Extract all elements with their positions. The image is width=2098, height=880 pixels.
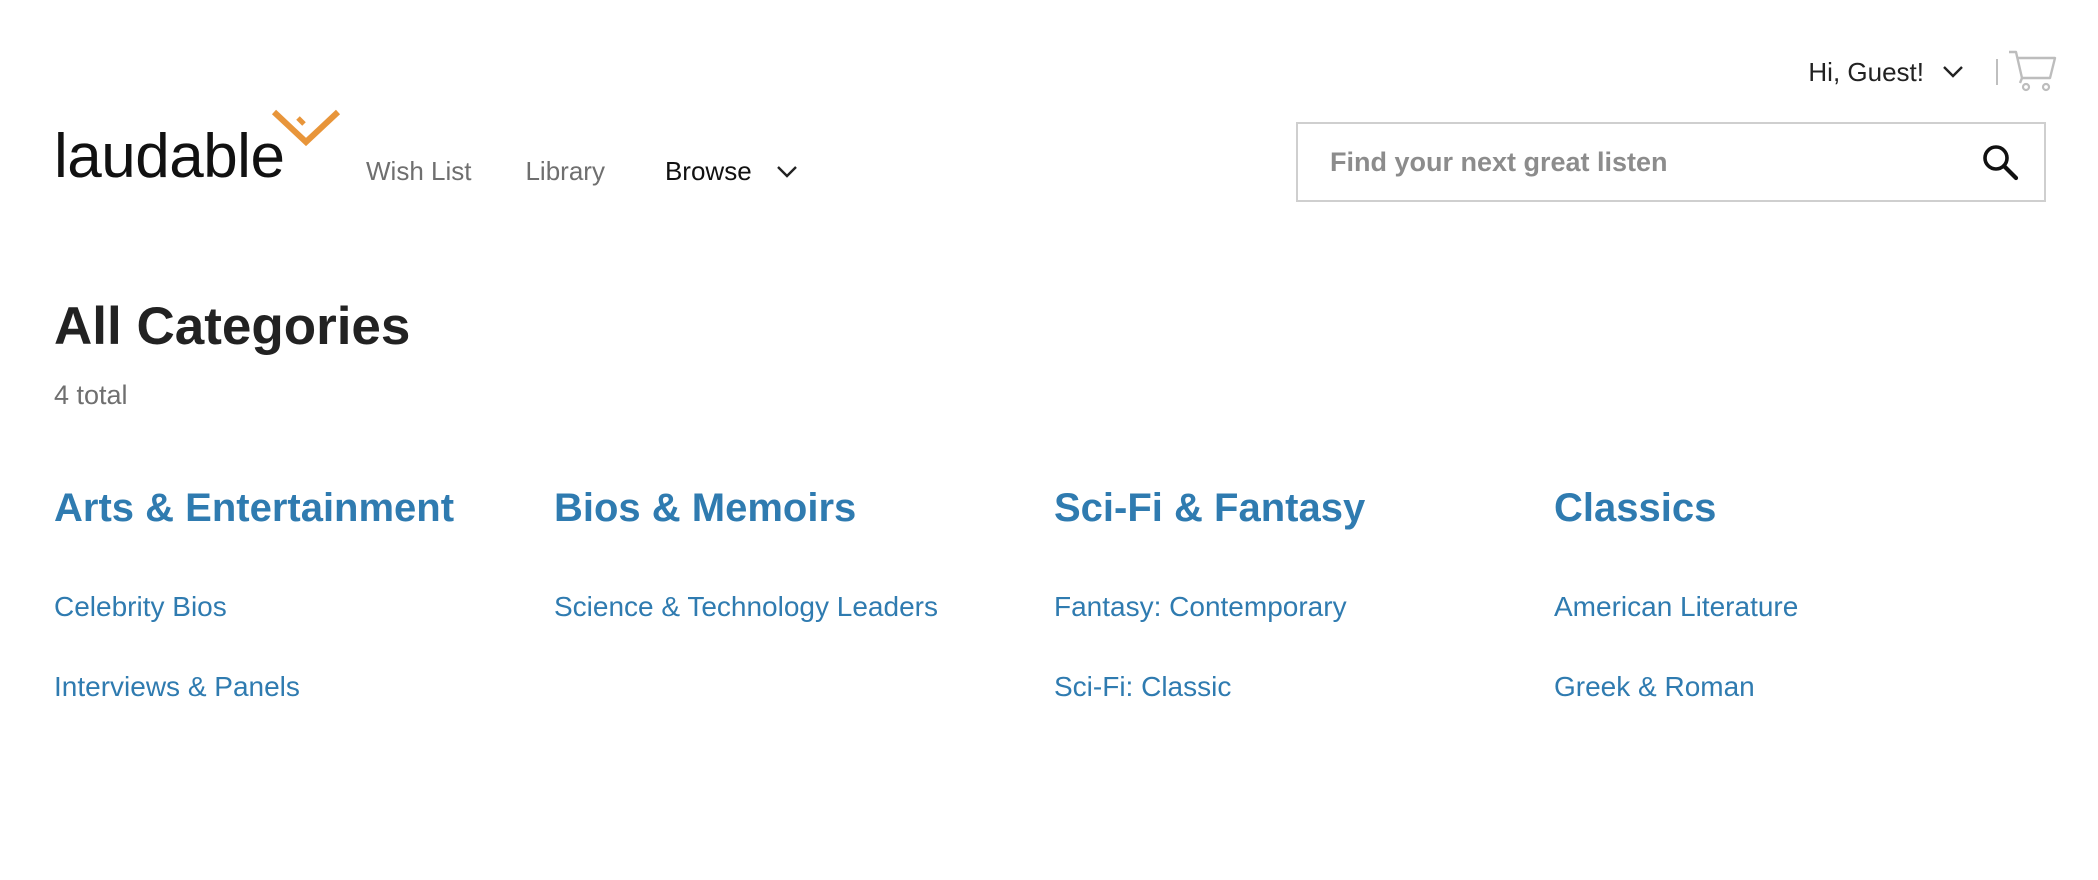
search-bar [1296, 122, 2046, 202]
cart-icon[interactable] [2007, 48, 2057, 92]
category-column: Sci-Fi & Fantasy Fantasy: Contemporary S… [1054, 486, 1554, 749]
subcategory-link[interactable]: Celebrity Bios [54, 589, 554, 625]
page-title: All Categories [54, 297, 411, 356]
category-heading[interactable]: Classics [1554, 486, 2054, 531]
greeting-text: Hi, Guest! [1808, 56, 1924, 87]
subcategory-link[interactable]: American Literature [1554, 589, 2054, 625]
chevron-down-icon [776, 165, 797, 178]
account-bar: Hi, Guest! [1808, 52, 1998, 92]
category-column: Arts & Entertainment Celebrity Bios Inte… [54, 486, 554, 749]
subcategory-link[interactable]: Greek & Roman [1554, 669, 2054, 705]
site-logo[interactable]: laudable [54, 108, 344, 188]
main-nav: Wish List Library Browse [366, 156, 798, 187]
category-heading[interactable]: Arts & Entertainment [54, 486, 554, 531]
subcategory-link[interactable]: Sci-Fi: Classic [1054, 669, 1554, 705]
category-heading[interactable]: Bios & Memoirs [554, 486, 1054, 531]
subcategory-link[interactable]: Fantasy: Contemporary [1054, 589, 1554, 625]
category-count: 4 total [54, 380, 128, 410]
nav-wish-list[interactable]: Wish List [366, 156, 471, 187]
search-icon [1983, 145, 2019, 181]
category-column: Bios & Memoirs Science & Technology Lead… [554, 486, 1054, 749]
laudable-logo-mark-icon [271, 109, 341, 147]
search-button[interactable] [1970, 132, 2030, 192]
logo-wordmark: laudable [54, 122, 285, 191]
category-column: Classics American Literature Greek & Rom… [1554, 486, 2054, 749]
account-menu-toggle[interactable]: Hi, Guest! [1808, 57, 1964, 88]
header-divider [1996, 59, 1998, 85]
category-grid: Arts & Entertainment Celebrity Bios Inte… [54, 486, 2054, 749]
category-heading[interactable]: Sci-Fi & Fantasy [1054, 486, 1554, 531]
nav-library[interactable]: Library [525, 156, 604, 187]
nav-browse[interactable]: Browse [665, 156, 798, 187]
chevron-down-icon [1943, 66, 1963, 78]
subcategory-link[interactable]: Interviews & Panels [54, 669, 554, 705]
subcategory-link[interactable]: Science & Technology Leaders [554, 589, 1054, 625]
search-input[interactable] [1298, 124, 1970, 200]
nav-browse-label: Browse [664, 156, 752, 186]
